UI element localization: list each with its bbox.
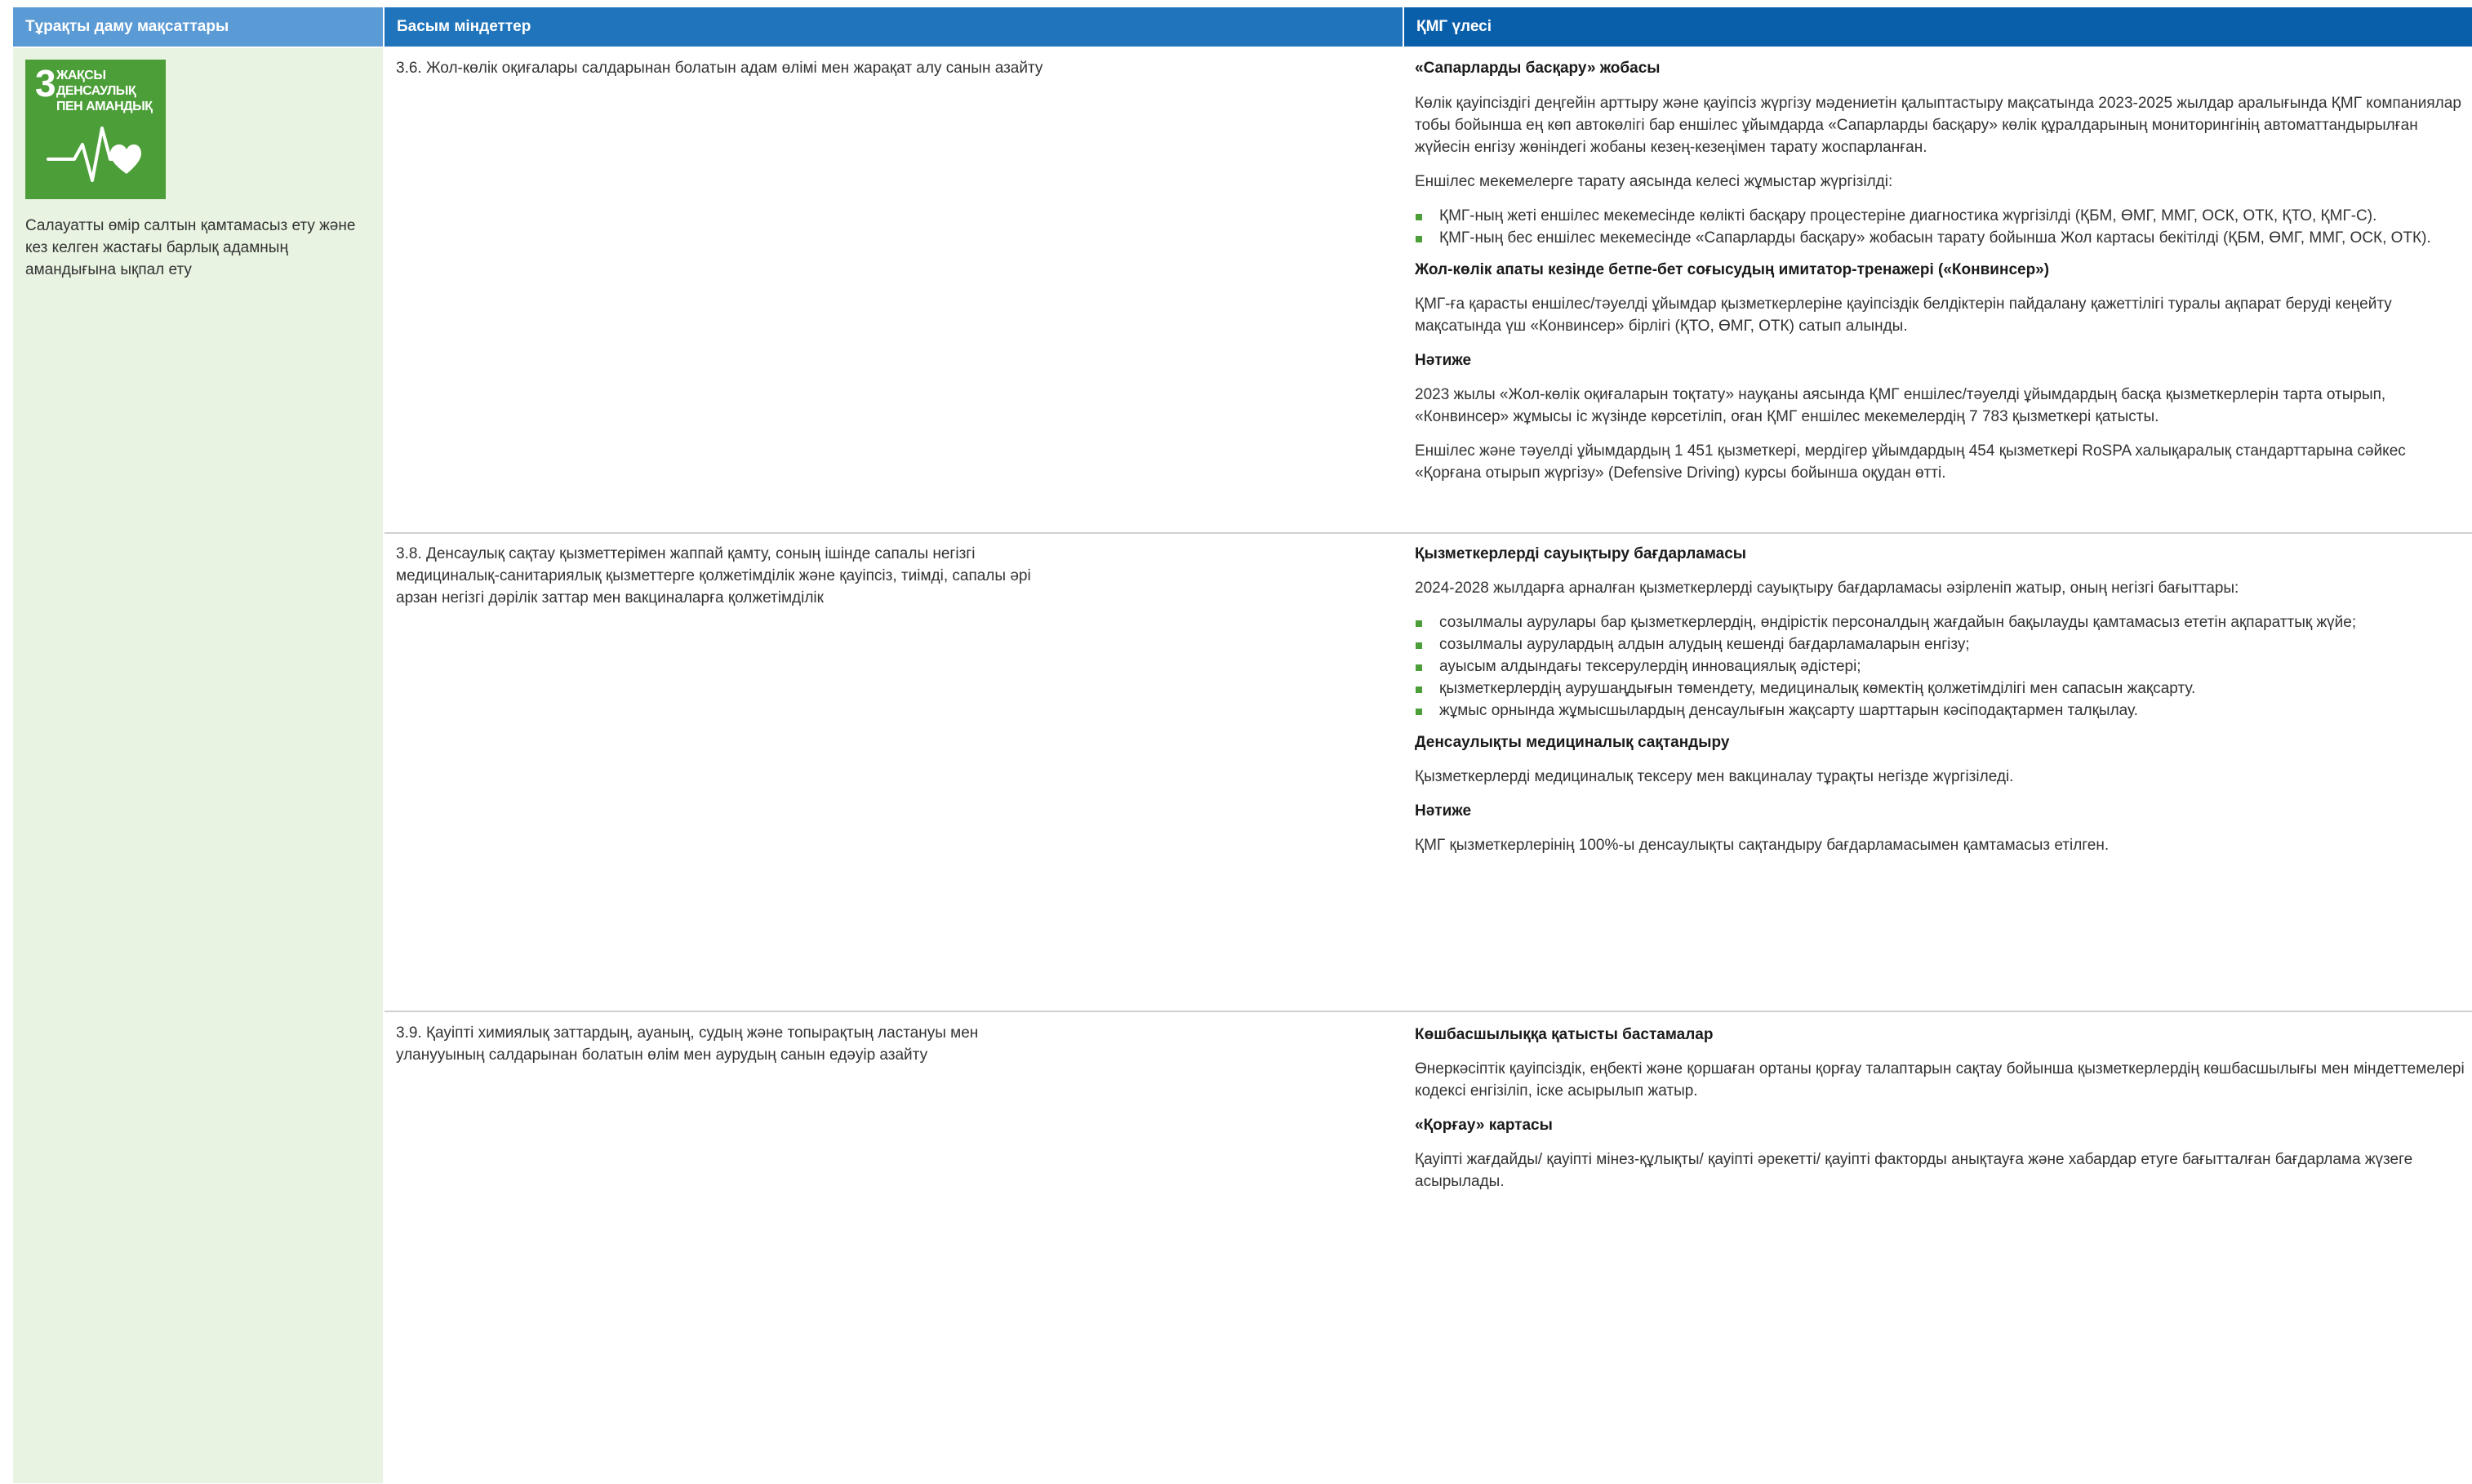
list-item: созылмалы аурулардың алдын алудың кешенд… (1415, 633, 2472, 655)
block-title: «Сапарларды басқару» жобасы (1415, 60, 1661, 77)
paragraph: Көлік қауіпсіздігі деңгейін арттыру және… (1415, 95, 2461, 156)
header-priority-tasks: Басым міндеттер (385, 7, 1403, 47)
sdg-column: 3 ЖАҚСЫ ДЕНСАУЛЫҚ ПЕН АМАНДЫҚ Салауатты … (13, 48, 383, 1483)
list-item: ауысым алдындағы тексерулердің инновация… (1415, 655, 2472, 678)
header-kmg-contribution: ҚМГ үлесі (1404, 7, 2472, 47)
paragraph: Еншілес мекемелерге тарату аясында келес… (1415, 173, 1893, 190)
paragraph: Өнеркәсіптік қауіпсіздік, еңбекті және қ… (1415, 1060, 2465, 1100)
block-title: Нәтиже (1415, 352, 1472, 369)
list-item: созылмалы аурулары бар қызметкерлердің, … (1415, 611, 2472, 633)
contribution-3-9: Көшбасшылыққа қатысты бастамалар Өнеркәс… (1415, 1024, 2472, 1193)
task-3-9: 3.9. Қауіпті химиялық заттардың, ауаның,… (396, 1024, 979, 1064)
header-sdg: Тұрақты даму мақсаттары (13, 7, 383, 47)
paragraph: ҚМГ-ға қарасты еншілес/тәуелді ұйымдар қ… (1415, 295, 2392, 335)
paragraph: 2023 жылы «Жол-көлік оқиғаларын тоқтату»… (1415, 386, 2386, 425)
block-title: Жол-көлік апаты кезінде бетпе-бет соғысу… (1415, 261, 2050, 278)
paragraph: ҚМГ қызметкерлерінің 100%-ы денсаулықты … (1415, 837, 2110, 854)
paragraph: Қызметкерлерді медициналық тексеру мен в… (1415, 768, 2014, 785)
contribution-3-6: «Сапарларды басқару» жобасы Көлік қауіпс… (1415, 57, 2472, 484)
bullet-list: ҚМГ-ның жеті еншілес мекемесінде көлікті… (1415, 205, 2472, 249)
row-divider (385, 1011, 2472, 1012)
list-item: жұмыс орнында жұмысшылардың денсаулығын … (1415, 700, 2472, 722)
sdg-title: ЖАҚСЫ ДЕНСАУЛЫҚ ПЕН АМАНДЫҚ (56, 69, 153, 113)
block-title: Денсаулықты медициналық сақтандыру (1415, 734, 1730, 751)
bullet-list: созылмалы аурулары бар қызметкерлердің, … (1415, 611, 2472, 722)
sdg-3-badge: 3 ЖАҚСЫ ДЕНСАУЛЫҚ ПЕН АМАНДЫҚ (25, 60, 166, 199)
contribution-3-8: Қызметкерлерді сауықтыру бағдарламасы 20… (1415, 543, 2472, 856)
block-title: Қызметкерлерді сауықтыру бағдарламасы (1415, 545, 1746, 562)
paragraph: Еншілес және тәуелді ұйымдардың 1 451 қы… (1415, 442, 2406, 482)
block-title: «Қорғау» картасы (1415, 1117, 1553, 1134)
list-item: қызметкерлердің аурушаңдығын төмендету, … (1415, 678, 2472, 700)
task-3-6: 3.6. Жол-көлік оқиғалары салдарынан бола… (396, 60, 1043, 77)
block-title: Көшбасшылыққа қатысты бастамалар (1415, 1026, 1714, 1043)
list-item: ҚМГ-ның жеті еншілес мекемесінде көлікті… (1415, 205, 2472, 227)
block-title: Нәтиже (1415, 802, 1472, 820)
sdg-description: Салауатты өмір салтын қамтамасыз ету жән… (25, 217, 356, 278)
heartbeat-heart-icon (47, 127, 141, 182)
paragraph: 2024-2028 жылдарға арналған қызметкерлер… (1415, 580, 2239, 597)
sdg-number: 3 (35, 62, 56, 104)
list-item: ҚМГ-ның бес еншілес мекемесінде «Сапарла… (1415, 227, 2472, 249)
row-divider (385, 532, 2472, 534)
paragraph: Қауіпті жағдайды/ қауіпті мінез-құлықты/… (1415, 1151, 2413, 1190)
task-3-8: 3.8. Денсаулық сақтау қызметтерімен жапп… (396, 545, 1031, 606)
